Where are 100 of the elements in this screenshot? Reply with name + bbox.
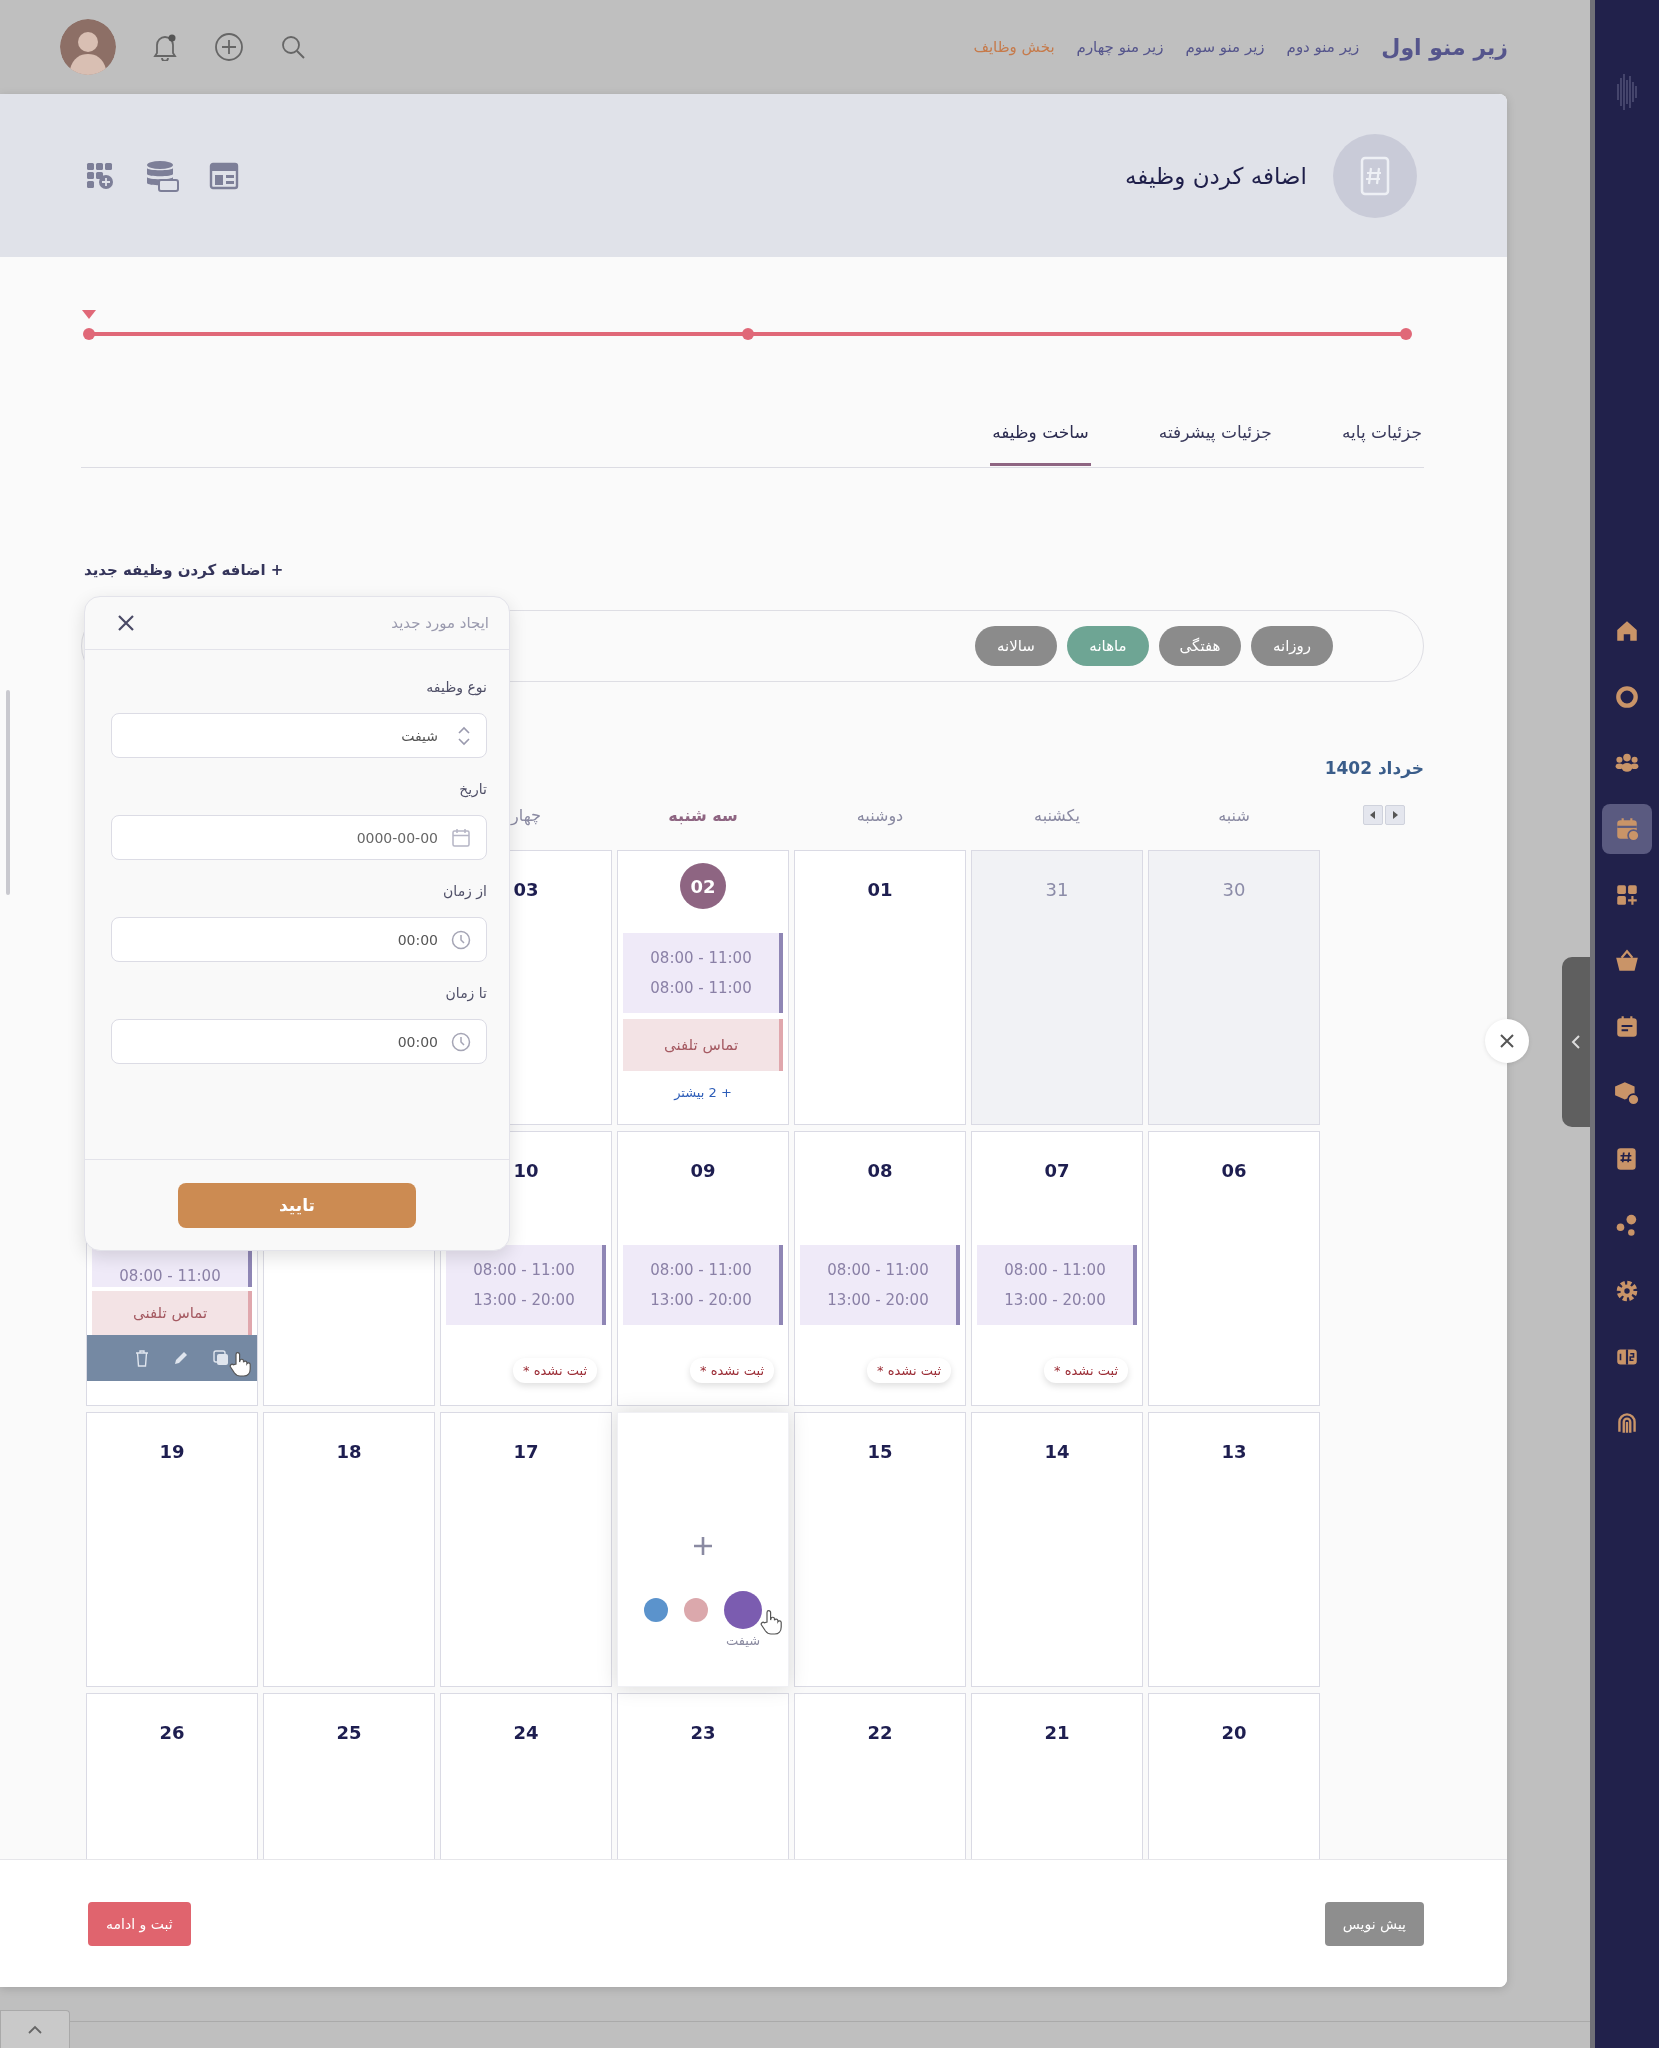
day-number: 31 <box>1045 877 1069 902</box>
month-title: خرداد 1402 <box>1324 758 1424 781</box>
trash-icon[interactable] <box>134 1349 150 1367</box>
day-number: 25 <box>336 1720 362 1745</box>
day-number: 22 <box>867 1720 893 1745</box>
tab[interactable]: ساخت وظیفه <box>990 400 1091 466</box>
status-badge: ثبت نشده * <box>1044 1358 1128 1383</box>
menu-link[interactable]: زیر منو چهارم <box>1076 38 1164 56</box>
calendar-note-icon <box>1614 1014 1640 1040</box>
status-badge: ثبت نشده * <box>690 1358 774 1383</box>
close-icon[interactable] <box>117 614 135 632</box>
step-dot <box>83 328 95 340</box>
close-icon[interactable] <box>1499 1033 1515 1049</box>
calendar-cell[interactable]: شیفت <box>617 1412 789 1687</box>
menu-link[interactable]: زیر منو اول <box>1381 34 1508 60</box>
menu-link[interactable]: زیر منو دوم <box>1286 38 1360 56</box>
event-time: 08:00 - 11:00 <box>1004 1261 1106 1279</box>
tab[interactable]: جزئیات پیشرفته <box>1156 400 1274 466</box>
hash-document-icon <box>1333 133 1417 218</box>
chevron-left-icon <box>1571 1034 1581 1050</box>
call-event[interactable]: تماس تلفنی <box>623 1019 783 1071</box>
weekday-label: سه شنبه <box>667 805 739 825</box>
event-time: 08:00 - 11:00 <box>650 979 752 997</box>
calendar-cell[interactable]: 25 <box>263 1693 435 1859</box>
event-time: 08:00 - 11:00 <box>827 1261 929 1279</box>
more-link[interactable]: + 2 بیشتر <box>674 1085 732 1100</box>
calendar-cell[interactable]: 23 <box>617 1693 789 1859</box>
layout-icon[interactable] <box>209 161 239 190</box>
date-field[interactable]: 0000-00-00 <box>111 815 487 860</box>
chevron-up-icon <box>28 2025 42 2034</box>
search-icon[interactable] <box>280 34 306 60</box>
day-number: 06 <box>1221 1158 1247 1183</box>
day-number: 09 <box>690 1158 716 1183</box>
calendar-cell[interactable]: 20 <box>1148 1693 1320 1859</box>
add-task-link[interactable]: + اضافه کردن وظیفه جدید <box>84 561 284 583</box>
calendar-cell[interactable]: 17 <box>440 1412 612 1687</box>
calendar-icon <box>451 827 471 848</box>
calendar-cell[interactable]: 24 <box>440 1693 612 1859</box>
database-icon[interactable] <box>145 159 179 192</box>
calendar-cell[interactable]: 15 <box>794 1412 966 1687</box>
day-number: 19 <box>159 1439 185 1464</box>
calendar-cell[interactable]: 18 <box>263 1412 435 1687</box>
basket-icon <box>1614 948 1640 974</box>
day-number: 08 <box>867 1158 893 1183</box>
day-number: 13 <box>1221 1439 1247 1464</box>
bell-icon[interactable] <box>152 33 178 61</box>
box-clock-icon <box>1614 1080 1640 1106</box>
field-label: تا زمان <box>444 985 487 1004</box>
calendar-cell[interactable]: 13 <box>1148 1412 1320 1687</box>
calendar-cell[interactable]: 14 <box>971 1412 1143 1687</box>
field-label: نوع وظیفه <box>425 679 487 698</box>
previous-button[interactable] <box>1363 805 1383 825</box>
calendar-icon <box>1614 816 1640 842</box>
scrollbar-thumb[interactable] <box>6 690 10 895</box>
calendar-cell[interactable]: 01 <box>794 850 966 1125</box>
day-number: 30 <box>1222 877 1246 902</box>
call-event[interactable]: تماس تلفنی <box>92 1291 252 1335</box>
event-time: 08:00 - 11:00 <box>650 949 752 967</box>
calendar-cell[interactable]: 22 <box>794 1693 966 1859</box>
select-field[interactable]: شیفت <box>111 713 487 758</box>
weekday-label: شنبه <box>1217 805 1251 825</box>
time-field[interactable]: 00:00 <box>111 917 487 962</box>
grid-plus-icon[interactable] <box>85 160 115 191</box>
weekday-label: یکشنبه <box>1033 805 1081 825</box>
step-marker <box>82 310 96 319</box>
status-badge: ثبت نشده * <box>513 1358 597 1383</box>
event-time: 13:00 - 20:00 <box>1004 1291 1106 1309</box>
day-number: 03 <box>513 877 539 902</box>
add-icon[interactable] <box>214 32 244 62</box>
pencil-icon[interactable] <box>172 1349 190 1367</box>
day-number: 02 <box>680 863 726 909</box>
color-dot[interactable] <box>724 1591 762 1629</box>
event-time: 08:00 - 11:00 <box>119 1267 221 1285</box>
avatar[interactable] <box>60 19 116 75</box>
color-dot[interactable] <box>684 1598 708 1622</box>
tab[interactable]: جزئیات پایه <box>1339 400 1424 466</box>
copy-icon[interactable] <box>212 1349 230 1367</box>
status-badge: ثبت نشده * <box>867 1358 951 1383</box>
day-number: 01 <box>867 877 893 902</box>
day-number: 14 <box>1044 1439 1070 1464</box>
color-dot[interactable] <box>644 1598 668 1622</box>
calendar-cell[interactable]: 21 <box>971 1693 1143 1859</box>
calendar-cell[interactable]: 06 <box>1148 1131 1320 1406</box>
day-number: 15 <box>867 1439 893 1464</box>
clock-icon <box>451 1031 471 1052</box>
weekday-label: دوشنبه <box>855 805 905 825</box>
next-button[interactable] <box>1385 805 1405 825</box>
nav-button[interactable] <box>1602 804 1652 854</box>
ring-icon <box>1614 684 1640 710</box>
dot-label: شیفت <box>725 1633 761 1648</box>
event-time: 13:00 - 20:00 <box>650 1291 752 1309</box>
add-icon[interactable] <box>692 1535 714 1557</box>
caret-right-icon <box>1392 811 1398 819</box>
day-number: 21 <box>1044 1720 1070 1745</box>
hand-cursor-icon <box>229 1351 251 1377</box>
day-number: 26 <box>159 1720 185 1745</box>
calendar-cell[interactable]: 19 <box>86 1412 258 1687</box>
calendar-cell[interactable]: 26 <box>86 1693 258 1859</box>
time-field[interactable]: 00:00 <box>111 1019 487 1064</box>
menu-link[interactable]: زیر منو سوم <box>1185 38 1265 56</box>
